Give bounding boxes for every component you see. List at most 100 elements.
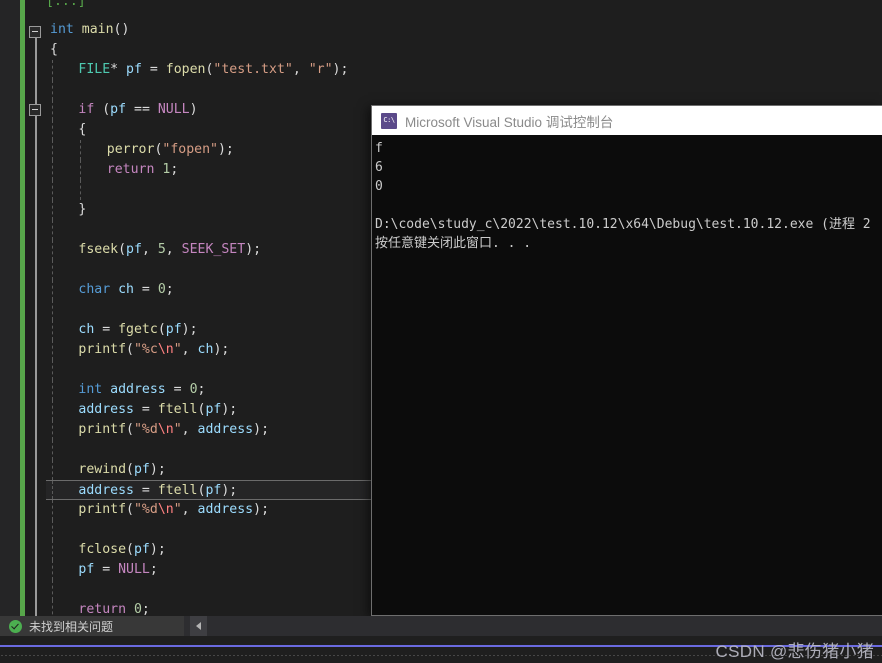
code-line[interactable]: { bbox=[46, 40, 882, 60]
code-token: ) bbox=[217, 142, 226, 157]
outline-guide-main bbox=[35, 38, 37, 104]
code-token: ) bbox=[253, 502, 262, 517]
indent-guide bbox=[52, 440, 53, 460]
console-output[interactable]: f 6 0 D:\code\study_c\2022\test.10.12\x64\D… bbox=[372, 135, 882, 615]
code-token: == bbox=[126, 102, 158, 117]
code-token: ftell bbox=[157, 402, 198, 417]
code-line-text: ch = fgetc(pf); bbox=[50, 322, 198, 337]
code-token: ) bbox=[332, 62, 341, 77]
code-token: = bbox=[133, 402, 158, 417]
code-token: = bbox=[141, 62, 166, 77]
indent-guide bbox=[52, 160, 53, 180]
code-token: ; bbox=[197, 382, 206, 397]
indent-guide bbox=[52, 60, 53, 80]
code-token: pf bbox=[133, 462, 150, 477]
code-line-text: address = ftell(pf); bbox=[50, 483, 237, 498]
code-token: ch bbox=[78, 322, 95, 337]
code-token: address bbox=[78, 483, 134, 498]
success-check-icon bbox=[9, 619, 22, 633]
indent-guide bbox=[52, 100, 53, 120]
indent-guide bbox=[52, 200, 53, 220]
outlining-column[interactable] bbox=[29, 0, 43, 616]
code-token: ; bbox=[189, 322, 198, 337]
code-token: = bbox=[133, 282, 158, 297]
indent-guide bbox=[52, 500, 53, 520]
code-token: rewind bbox=[78, 462, 127, 477]
code-token: fclose bbox=[78, 542, 127, 557]
code-line[interactable]: int main() bbox=[46, 20, 882, 40]
code-token: 0 bbox=[133, 602, 142, 617]
code-token: pf bbox=[205, 483, 222, 498]
csdn-watermark: CSDN @悲伤猪小猪 bbox=[715, 642, 874, 661]
code-token: "%c bbox=[133, 342, 158, 357]
code-token: "fopen" bbox=[162, 142, 218, 157]
code-token: = bbox=[165, 382, 190, 397]
code-token: char bbox=[78, 282, 119, 297]
console-line: f bbox=[375, 141, 383, 156]
code-token: ) bbox=[149, 462, 158, 477]
code-token: ( bbox=[126, 502, 134, 517]
indent-guide bbox=[52, 140, 53, 160]
code-token: if bbox=[78, 102, 103, 117]
code-token: pf bbox=[110, 102, 127, 117]
code-token: ; bbox=[229, 483, 238, 498]
code-token: ; bbox=[261, 422, 270, 437]
code-line[interactable]: FILE* pf = fopen("test.txt", "r"); bbox=[46, 60, 882, 80]
code-token: fseek bbox=[78, 242, 119, 257]
code-token: ; bbox=[157, 542, 166, 557]
code-token: ; bbox=[170, 162, 179, 177]
code-token: printf bbox=[78, 342, 127, 357]
code-token: ) bbox=[181, 322, 190, 337]
code-line[interactable] bbox=[46, 80, 882, 100]
code-token: { bbox=[50, 42, 58, 57]
code-token: = bbox=[133, 483, 158, 498]
debug-console-window[interactable]: C:\ Microsoft Visual Studio 调试控制台 f 6 0 D:\… bbox=[371, 105, 882, 616]
code-token: ( bbox=[157, 322, 166, 337]
code-line-text: { bbox=[50, 122, 86, 137]
code-line-text: { bbox=[50, 42, 58, 57]
code-line-text: printf("%d\n", address); bbox=[50, 502, 269, 517]
code-token: ( bbox=[126, 342, 134, 357]
console-title-bar[interactable]: C:\ Microsoft Visual Studio 调试控制台 bbox=[372, 106, 882, 135]
code-token: () bbox=[113, 22, 130, 37]
code-token: main bbox=[81, 22, 114, 37]
outline-guide-if bbox=[35, 116, 37, 616]
indent-guide bbox=[52, 520, 53, 540]
code-line-text: if (pf == NULL) bbox=[50, 102, 197, 117]
horizontal-scroll-left-arrow[interactable] bbox=[190, 616, 207, 636]
indent-guide bbox=[52, 120, 53, 140]
error-list-summary[interactable]: 未找到相关问题 bbox=[0, 616, 184, 636]
code-token: , bbox=[181, 342, 198, 357]
code-token: ; bbox=[141, 602, 150, 617]
code-token: ch bbox=[118, 282, 134, 297]
code-token: ) bbox=[149, 542, 158, 557]
code-line-text: pf = NULL; bbox=[50, 562, 157, 577]
code-token: address bbox=[110, 382, 166, 397]
command-prompt-icon-glyph: C:\ bbox=[383, 116, 395, 124]
code-line-text: address = ftell(pf); bbox=[50, 402, 237, 417]
code-token: "r" bbox=[308, 62, 333, 77]
code-line-text: fclose(pf); bbox=[50, 542, 166, 557]
code-line[interactable] bbox=[46, 0, 882, 20]
code-token: " bbox=[173, 502, 182, 517]
code-token: pf bbox=[205, 402, 222, 417]
code-token: { bbox=[78, 122, 87, 137]
collapse-box-main[interactable] bbox=[29, 26, 41, 38]
indent-guide bbox=[52, 460, 53, 480]
code-token: , bbox=[181, 422, 198, 437]
collapse-box-if[interactable] bbox=[29, 104, 41, 116]
code-token: fopen bbox=[165, 62, 206, 77]
code-line-text: fseek(pf, 5, SEEK_SET); bbox=[50, 242, 261, 257]
code-token: ( bbox=[126, 462, 134, 477]
code-token: ; bbox=[340, 62, 349, 77]
indent-guide bbox=[80, 180, 82, 200]
indent-guide bbox=[52, 280, 53, 300]
code-token: ; bbox=[229, 402, 238, 417]
code-line-text: int main() bbox=[50, 22, 129, 37]
indent-guide bbox=[80, 160, 82, 180]
horizontal-scrollbar-track[interactable] bbox=[207, 616, 882, 636]
code-token: int bbox=[78, 382, 111, 397]
code-token: ch bbox=[197, 342, 214, 357]
